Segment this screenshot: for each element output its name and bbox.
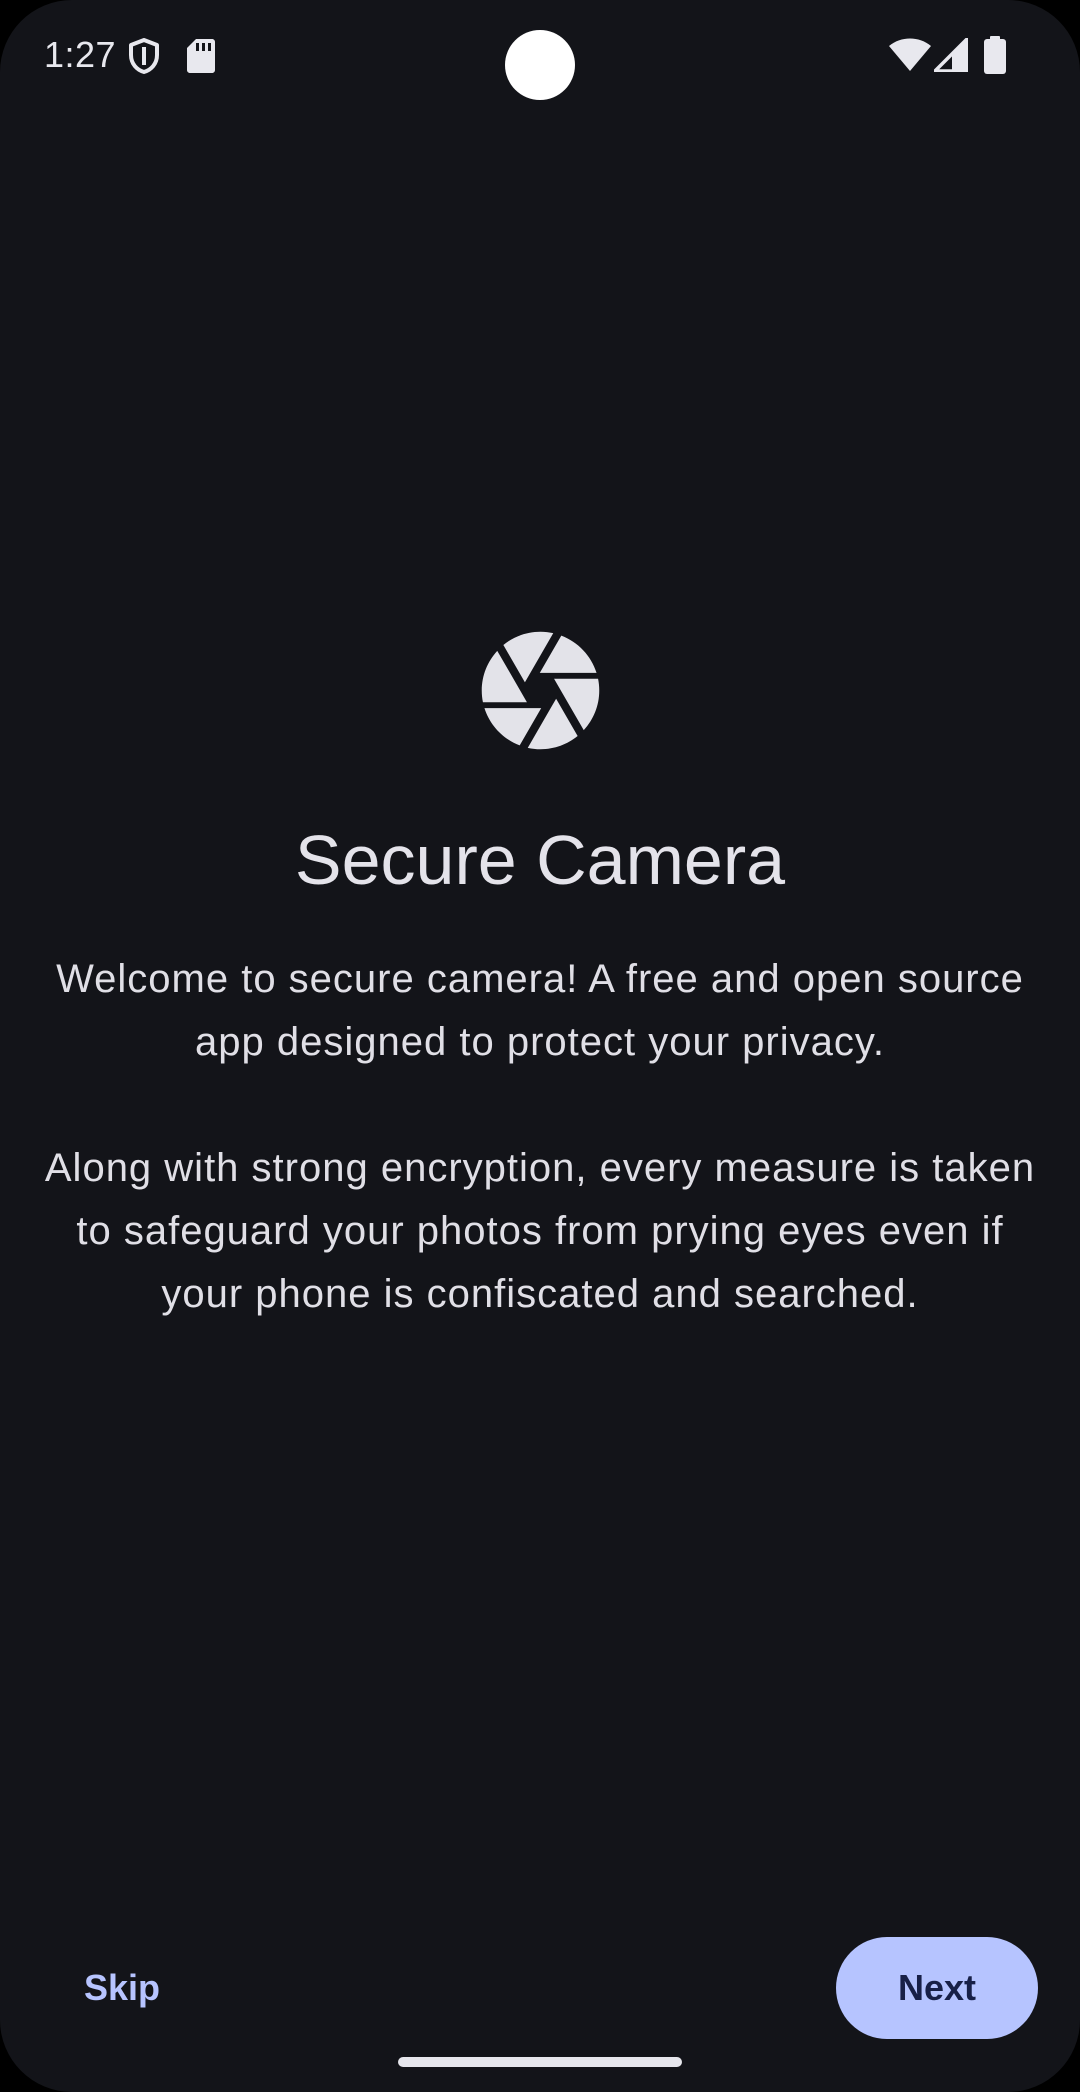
skip-button[interactable]: Skip — [60, 1950, 184, 2026]
battery-icon — [984, 36, 1006, 74]
home-indicator[interactable] — [398, 2057, 682, 2067]
cell-signal-icon — [934, 38, 968, 72]
status-bar: 1:27 — [0, 0, 1080, 110]
aperture-icon — [481, 631, 600, 750]
sd-card-icon — [187, 39, 215, 73]
shield-icon — [129, 38, 159, 74]
encryption-paragraph: Along with strong encryption, every meas… — [44, 1146, 1036, 1316]
wifi-icon — [889, 38, 931, 71]
status-time: 1:27 — [44, 34, 117, 75]
welcome-paragraph: Welcome to secure camera! A free and ope… — [56, 957, 1024, 1064]
app-title: Secure Camera — [294, 821, 786, 899]
onboarding-screen: 1:27 Secure Camera Welcome to secure cam… — [0, 0, 1080, 2092]
camera-cutout — [505, 30, 575, 100]
next-button[interactable]: Next — [836, 1937, 1038, 2039]
